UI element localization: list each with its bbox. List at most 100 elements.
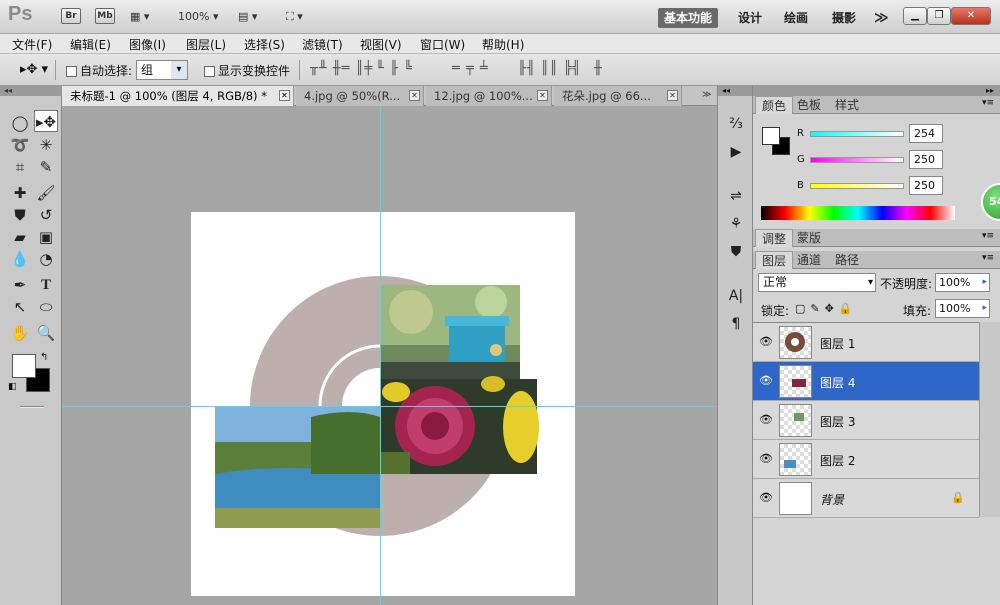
minimize-button[interactable]: ▁: [903, 7, 927, 25]
default-colors-icon[interactable]: ◧: [8, 382, 17, 392]
panel-menu-icon[interactable]: ▾≡: [982, 231, 994, 241]
layer-row[interactable]: 👁 图层 3: [753, 401, 979, 440]
more-tabs-icon[interactable]: ≫: [702, 90, 711, 100]
history-brush-icon[interactable]: ↺: [34, 204, 58, 226]
screen-mode-dropdown[interactable]: ⛶ ▾: [286, 8, 303, 26]
layers-scrollbar[interactable]: [979, 322, 1000, 517]
tab-channels[interactable]: 通道: [791, 251, 827, 269]
visibility-eye-icon[interactable]: 👁: [759, 335, 773, 349]
eraser-tool-icon[interactable]: ▰: [8, 226, 32, 248]
stamp-tool-icon[interactable]: ⛊: [8, 204, 32, 226]
marquee-tool-icon[interactable]: ◯: [8, 112, 32, 134]
pen-tool-icon[interactable]: ✒: [8, 274, 32, 296]
fill-input[interactable]: 100% ▸: [935, 299, 990, 318]
workspace-photography[interactable]: 摄影: [826, 8, 862, 28]
menu-select[interactable]: 选择(S): [244, 36, 285, 53]
align-vertical-icons[interactable]: ╙ ╟ ╚: [376, 61, 413, 76]
menu-layer[interactable]: 图层(L): [186, 36, 226, 53]
expand-icon[interactable]: ▸▸: [753, 86, 1000, 96]
blur-tool-icon[interactable]: 💧: [8, 248, 32, 270]
hand-tool-icon[interactable]: ✋: [8, 322, 32, 344]
menu-help[interactable]: 帮助(H): [482, 36, 524, 53]
panel-menu-icon[interactable]: ▾≡: [982, 98, 994, 108]
menu-image[interactable]: 图像(I): [129, 36, 166, 53]
menu-edit[interactable]: 编辑(E): [70, 36, 111, 53]
menu-filter[interactable]: 滤镜(T): [302, 36, 343, 53]
brush-panel-icon[interactable]: ⚘: [726, 214, 746, 234]
align-icons[interactable]: ╥╨ ╫═ ║╪: [310, 61, 373, 76]
visibility-eye-icon[interactable]: 👁: [759, 452, 773, 466]
r-input[interactable]: 254: [909, 124, 943, 143]
g-input[interactable]: 250: [909, 150, 943, 169]
tab-4-jpg[interactable]: 4.jpg @ 50%(R... ✕: [296, 86, 424, 106]
tab-untitled-1[interactable]: 未标题-1 @ 100% (图层 4, RGB/8) * ✕: [62, 86, 294, 106]
actions-panel-icon[interactable]: ▶: [726, 142, 746, 162]
layer-name[interactable]: 背景: [820, 491, 844, 508]
opacity-input[interactable]: 100% ▸: [935, 273, 990, 292]
panel-collapse-icon[interactable]: ◂◂: [0, 86, 62, 96]
close-button[interactable]: ✕: [951, 7, 991, 25]
panel-menu-icon[interactable]: ▾≡: [982, 253, 994, 263]
r-slider[interactable]: [810, 131, 904, 137]
bridge-button[interactable]: Br: [61, 8, 81, 24]
chevron-right-icon[interactable]: ▸: [982, 300, 987, 317]
menu-file[interactable]: 文件(F): [12, 36, 52, 53]
visibility-eye-icon[interactable]: 👁: [759, 491, 773, 505]
auto-select-dropdown[interactable]: 组 ▾: [136, 60, 188, 80]
healing-brush-icon[interactable]: ✚: [8, 182, 32, 204]
mini-bridge-button[interactable]: Mb: [95, 8, 115, 24]
workspace-painting[interactable]: 绘画: [778, 8, 814, 28]
close-icon[interactable]: ✕: [537, 90, 548, 101]
history-panel-icon[interactable]: ⅔: [726, 114, 746, 134]
layer-row[interactable]: 👁 图层 1: [753, 323, 979, 362]
brush-presets-icon[interactable]: ⇌: [726, 186, 746, 206]
color-spectrum-ramp[interactable]: [761, 206, 955, 220]
foreground-swatch[interactable]: [762, 127, 780, 145]
visibility-eye-icon[interactable]: 👁: [759, 374, 773, 388]
character-panel-icon[interactable]: A|: [726, 286, 746, 306]
gradient-tool-icon[interactable]: ▣: [34, 226, 58, 248]
layer-name[interactable]: 图层 4: [820, 374, 855, 391]
workspace-design[interactable]: 设计: [732, 8, 768, 28]
arrange-documents-dropdown[interactable]: ▤ ▾: [238, 8, 257, 26]
collapse-icon[interactable]: ◂◂: [718, 86, 752, 96]
swap-colors-icon[interactable]: ↰: [40, 352, 48, 363]
tab-masks[interactable]: 蒙版: [791, 229, 827, 247]
tab-flower-jpg[interactable]: 花朵.jpg @ 66... ✕: [554, 86, 682, 106]
chevron-right-icon[interactable]: ▸: [982, 274, 987, 291]
brush-tool-icon[interactable]: 🖌: [34, 182, 58, 204]
view-extras-dropdown[interactable]: ▦ ▾: [130, 8, 149, 26]
paragraph-panel-icon[interactable]: ¶: [726, 314, 746, 334]
close-icon[interactable]: ✕: [667, 90, 678, 101]
show-transform-checkbox[interactable]: 显示变换控件: [204, 62, 290, 79]
path-select-icon[interactable]: ↖: [8, 296, 32, 318]
vertical-guide[interactable]: [380, 106, 381, 605]
type-tool-icon[interactable]: T: [34, 274, 58, 296]
crop-tool-icon[interactable]: ⌗: [8, 156, 32, 178]
restore-button[interactable]: ❐: [927, 7, 951, 25]
lasso-tool-icon[interactable]: ➰: [8, 134, 32, 156]
g-slider[interactable]: [810, 157, 904, 163]
b-slider[interactable]: [810, 183, 904, 189]
b-input[interactable]: 250: [909, 176, 943, 195]
menu-view[interactable]: 视图(V): [360, 36, 402, 53]
move-tool-icon[interactable]: ▸✥: [34, 110, 58, 132]
tab-layers[interactable]: 图层: [755, 251, 794, 269]
lock-options-icons[interactable]: ▢✎✥🔒: [795, 302, 858, 315]
layer-row-selected[interactable]: 👁 图层 4: [753, 362, 979, 401]
layer-row[interactable]: 👁 背景 🔒: [753, 479, 979, 518]
layer-name[interactable]: 图层 2: [820, 452, 855, 469]
menu-window[interactable]: 窗口(W): [420, 36, 465, 53]
tab-styles[interactable]: 样式: [829, 96, 865, 114]
dodge-tool-icon[interactable]: ◔: [34, 248, 58, 270]
zoom-tool-icon[interactable]: 🔍: [34, 322, 58, 344]
foreground-color-swatch[interactable]: [12, 354, 36, 378]
more-workspaces-button[interactable]: ≫: [868, 8, 895, 28]
clone-source-icon[interactable]: ⛊: [726, 242, 746, 262]
tab-12-jpg[interactable]: 12.jpg @ 100%... ✕: [426, 86, 552, 106]
distribute-icons[interactable]: ═ ╤ ╧: [452, 61, 489, 76]
workspace-essentials[interactable]: 基本功能: [658, 8, 719, 28]
distribute-horizontal-icons[interactable]: ╟╢ ║║ ╠╣: [518, 61, 581, 76]
magic-wand-icon[interactable]: ✳: [34, 134, 58, 156]
auto-select-checkbox[interactable]: 自动选择:: [66, 62, 132, 79]
